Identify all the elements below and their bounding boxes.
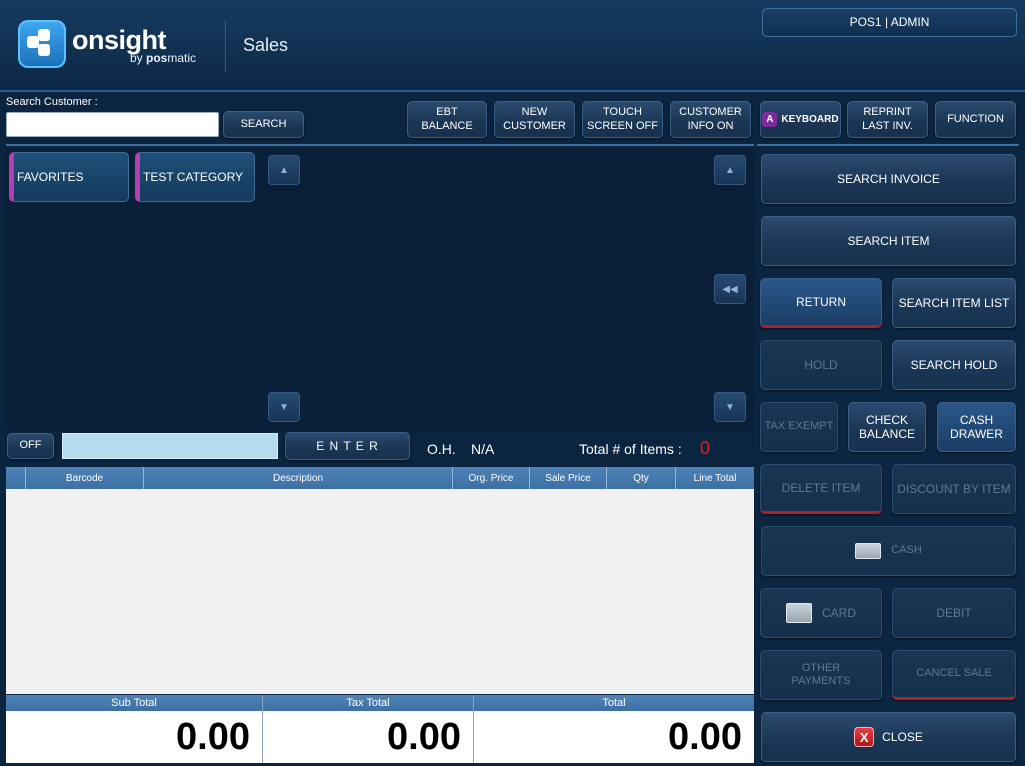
column-header-sale-price[interactable]: Sale Price	[530, 467, 607, 489]
grand-total-label: Total	[474, 695, 754, 711]
column-header-qty[interactable]: Qty	[607, 467, 676, 489]
category-tile-test-category[interactable]: TEST CATEGORY	[135, 152, 255, 202]
category-tile-favorites[interactable]: FAVORITES	[9, 152, 129, 202]
customer-info-on-button[interactable]: CUSTOMER INFO ON	[670, 101, 751, 138]
check-balance-button[interactable]: CHECK BALANCE	[848, 402, 926, 452]
total-items-label: Total # of Items :	[579, 441, 682, 457]
barcode-input[interactable]	[62, 433, 278, 459]
item-scroll-up-icon[interactable]: ▲	[714, 155, 746, 185]
cash-icon	[855, 543, 882, 559]
enter-button[interactable]: E N T E R	[285, 432, 410, 460]
on-hand-value: N/A	[471, 441, 495, 457]
brand-subtitle: by posmatic	[130, 51, 197, 65]
toolbar-divider-right	[757, 144, 1019, 146]
tax-total-label: Tax Total	[263, 695, 473, 711]
cash-payment-button[interactable]: CASH	[761, 526, 1016, 576]
function-button[interactable]: FUNCTION	[935, 101, 1016, 138]
toolbar-divider	[6, 144, 754, 146]
close-button[interactable]: X CLOSE	[761, 712, 1016, 762]
item-scroll-down-icon[interactable]: ▼	[714, 392, 746, 422]
column-header-org-price[interactable]: Org. Price	[453, 467, 530, 489]
ebt-balance-button[interactable]: EBT BALANCE	[407, 101, 487, 138]
keyboard-button[interactable]: A KEYBOARD	[760, 101, 841, 138]
grand-total-value: 0.00	[474, 711, 754, 763]
touch-screen-off-button[interactable]: TOUCH SCREEN OFF	[582, 101, 663, 138]
delete-item-button[interactable]: DELETE ITEM	[760, 464, 882, 514]
on-hand-label: O.H.	[427, 441, 456, 457]
search-invoice-button[interactable]: SEARCH INVOICE	[761, 154, 1016, 204]
hold-button[interactable]: HOLD	[760, 340, 882, 390]
sub-total-value: 0.00	[6, 711, 262, 763]
search-customer-button[interactable]: SEARCH	[223, 111, 304, 138]
page-title: Sales	[243, 35, 289, 55]
back-arrow-icon[interactable]: ◀◀	[714, 274, 746, 304]
new-customer-button[interactable]: NEW CUSTOMER	[494, 101, 575, 138]
search-customer-input[interactable]	[6, 112, 219, 137]
cash-drawer-button[interactable]: CASH DRAWER	[937, 402, 1016, 452]
keyboard-icon: A	[762, 112, 778, 127]
column-header-select	[6, 467, 26, 489]
totals-bar: Sub Total 0.00 Tax Total 0.00 Total 0.00	[6, 695, 754, 763]
card-payment-button[interactable]: CARD	[760, 588, 882, 638]
search-hold-button[interactable]: SEARCH HOLD	[892, 340, 1016, 390]
column-header-line-total[interactable]: Line Total	[676, 467, 754, 489]
reprint-last-invoice-button[interactable]: REPRINT LAST INV.	[847, 101, 928, 138]
header-divider	[225, 20, 226, 72]
category-scroll-down-icon[interactable]: ▼	[268, 392, 300, 422]
discount-by-item-button[interactable]: DISCOUNT BY ITEM	[892, 464, 1016, 514]
total-items-count: 0	[700, 438, 711, 458]
sub-total-box: Sub Total 0.00	[6, 695, 263, 763]
item-table-body[interactable]	[6, 489, 754, 694]
grand-total-box: Total 0.00	[474, 695, 754, 763]
scan-toggle-button[interactable]: OFF	[7, 433, 54, 459]
column-header-description[interactable]: Description	[144, 467, 453, 489]
sub-total-label: Sub Total	[6, 695, 262, 711]
other-payments-button[interactable]: OTHER PAYMENTS	[760, 650, 882, 700]
cancel-sale-button[interactable]: CANCEL SALE	[892, 650, 1016, 700]
search-item-button[interactable]: SEARCH ITEM	[761, 216, 1016, 266]
search-item-list-button[interactable]: SEARCH ITEM LIST	[892, 278, 1016, 328]
category-scroll-up-icon[interactable]: ▲	[268, 155, 300, 185]
user-badge[interactable]: POS1 | ADMIN	[762, 8, 1017, 37]
tax-total-value: 0.00	[263, 711, 473, 763]
onsight-logo-icon	[18, 20, 66, 68]
search-customer-label: Search Customer :	[6, 96, 98, 108]
item-table-header: Barcode Description Org. Price Sale Pric…	[6, 467, 754, 489]
close-icon: X	[854, 727, 875, 747]
tax-total-box: Tax Total 0.00	[263, 695, 474, 763]
column-header-barcode[interactable]: Barcode	[26, 467, 144, 489]
tax-exempt-button[interactable]: TAX EXEMPT	[760, 402, 838, 452]
debit-payment-button[interactable]: DEBIT	[892, 588, 1016, 638]
return-button[interactable]: RETURN	[760, 278, 882, 328]
credit-card-icon	[785, 603, 812, 623]
